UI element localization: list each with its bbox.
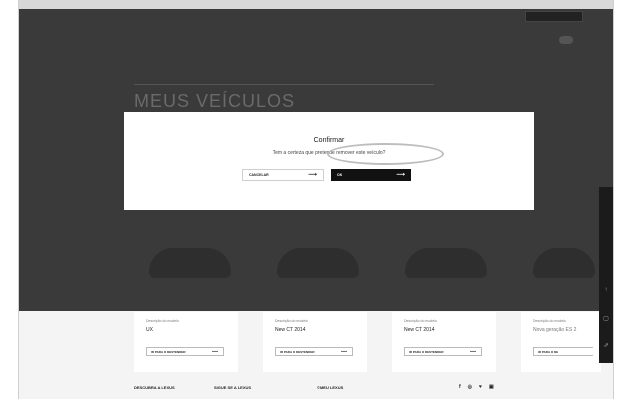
vehicle-image-card bbox=[146, 234, 236, 294]
vehicle-detail-card: Descrição do modelo Nova geração ES 2 IR… bbox=[521, 312, 601, 372]
arrow-right-icon: ⟶ bbox=[396, 172, 405, 178]
vehicle-action-button[interactable]: IR PARA O DESTENDER — bbox=[146, 347, 224, 356]
model-description-value: New CT 2014 bbox=[275, 327, 306, 333]
confirm-dialog: Confirmar Tem a certeza que pretende rem… bbox=[124, 112, 534, 210]
highlight-ring bbox=[327, 143, 444, 165]
vehicle-action-label: IR PARA O DESTENDER bbox=[151, 350, 186, 354]
side-rail: ↑ ▢ ⇗ bbox=[599, 187, 613, 363]
instagram-icon[interactable]: ◎ bbox=[468, 384, 472, 390]
model-description-label: Descrição do modelo bbox=[275, 319, 308, 323]
vehicle-action-label: IR PARA O DESTENDER bbox=[409, 350, 444, 354]
vehicle-action-label: IR PARA O DE bbox=[538, 350, 559, 354]
ok-button-label: OK bbox=[337, 173, 343, 177]
cancel-button-label: CANCELAR bbox=[249, 173, 269, 177]
footer-link-discover[interactable]: DESCUBRA A LEXUS bbox=[134, 385, 175, 390]
account-toggle-icon[interactable] bbox=[559, 36, 573, 44]
model-description-label: Descrição do modelo bbox=[404, 319, 437, 323]
vehicle-action-label: IR PARA O DESTENDER bbox=[280, 350, 315, 354]
vehicle-detail-card: Descrição do modelo UX IR PARA O DESTEND… bbox=[134, 312, 238, 372]
model-description-value: New CT 2014 bbox=[404, 327, 435, 333]
youtube-icon[interactable]: ▣ bbox=[489, 384, 494, 390]
window-top-bar bbox=[19, 0, 613, 9]
footer-link-follow[interactable]: SIGUE SE A LEXUS bbox=[214, 385, 251, 390]
dialog-title: Confirmar bbox=[313, 137, 345, 144]
vehicle-detail-card: Descrição do modelo New CT 2014 IR PARA … bbox=[392, 312, 496, 372]
top-cta-button[interactable] bbox=[525, 11, 583, 22]
share-icon[interactable]: ⇗ bbox=[602, 342, 610, 349]
car-image bbox=[533, 248, 595, 278]
model-description-label: Descrição do modelo bbox=[533, 319, 566, 323]
arrow-right-icon: — bbox=[470, 349, 476, 355]
facebook-icon[interactable]: f bbox=[459, 384, 461, 390]
vehicle-detail-card: Descrição do modelo New CT 2014 IR PARA … bbox=[263, 312, 367, 372]
twitter-icon[interactable]: ♥ bbox=[479, 384, 482, 390]
vehicle-action-button[interactable]: IR PARA O DESTENDER — bbox=[404, 347, 482, 356]
compare-icon[interactable]: ▢ bbox=[602, 315, 610, 322]
page-title: MEUS VEÍCULOS bbox=[134, 91, 296, 111]
browser-frame: MEUS VEÍCULOS Descrição do modelo UX IR … bbox=[18, 0, 614, 399]
vehicle-image-card bbox=[530, 234, 600, 294]
car-image bbox=[277, 248, 359, 278]
vehicle-action-button[interactable]: IR PARA O DE bbox=[533, 347, 593, 356]
breadcrumb-divider bbox=[134, 84, 434, 85]
arrow-right-icon: — bbox=[212, 349, 218, 355]
model-description-value: Nova geração ES 2 bbox=[533, 327, 577, 333]
ok-button[interactable]: OK ⟶ bbox=[331, 169, 411, 181]
footer: DESCUBRA A LEXUS SIGUE SE A LEXUS ©MEU L… bbox=[19, 384, 613, 399]
footer-link-mylexus[interactable]: ©MEU LEXUS bbox=[317, 385, 343, 390]
scroll-top-icon[interactable]: ↑ bbox=[602, 287, 610, 293]
page: MEUS VEÍCULOS Descrição do modelo UX IR … bbox=[19, 9, 613, 399]
vehicle-image-card bbox=[274, 234, 364, 294]
vehicle-action-button[interactable]: IR PARA O DESTENDER — bbox=[275, 347, 353, 356]
arrow-right-icon: — bbox=[341, 349, 347, 355]
car-image bbox=[405, 248, 487, 278]
arrow-right-icon: ⟶ bbox=[308, 172, 317, 178]
vehicle-image-card bbox=[402, 234, 492, 294]
model-description-label: Descrição do modelo bbox=[146, 319, 179, 323]
model-description-value: UX bbox=[146, 327, 153, 333]
social-links: f ◎ ♥ ▣ bbox=[459, 384, 494, 390]
cancel-button[interactable]: CANCELAR ⟶ bbox=[242, 169, 324, 181]
car-image bbox=[149, 248, 231, 278]
